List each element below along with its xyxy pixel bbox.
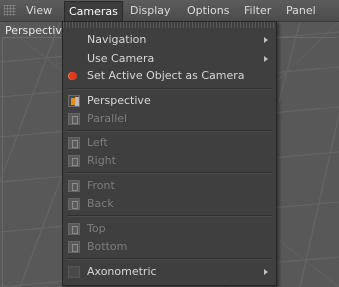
menu-panel[interactable]: Panel bbox=[282, 3, 320, 19]
bottom-view-icon bbox=[68, 241, 80, 253]
menu-separator bbox=[67, 258, 272, 260]
back-view-icon bbox=[68, 198, 80, 210]
dropdown-tearoff-grip[interactable] bbox=[63, 22, 276, 28]
menu-filter[interactable]: Filter bbox=[240, 3, 275, 19]
grip-icon[interactable] bbox=[4, 5, 16, 16]
menu-display[interactable]: Display bbox=[126, 3, 175, 19]
cameras-dropdown: Navigation Use Camera Set Active Object … bbox=[62, 21, 277, 286]
menu-item-front[interactable]: Front bbox=[63, 176, 276, 196]
left-view-icon bbox=[68, 137, 80, 149]
menu-item-set-active-object-as-camera[interactable]: Set Active Object as Camera bbox=[63, 66, 276, 86]
submenu-arrow-icon bbox=[264, 269, 268, 275]
submenu-arrow-icon bbox=[264, 56, 268, 62]
menu-item-perspective[interactable]: Perspective bbox=[63, 91, 276, 111]
submenu-arrow-icon bbox=[264, 37, 268, 43]
menubar: View Cameras Display Options Filter Pane… bbox=[0, 0, 339, 22]
menu-item-top[interactable]: Top bbox=[63, 219, 276, 239]
menu-item-axonometric[interactable]: Axonometric bbox=[63, 262, 276, 282]
camera-object-icon bbox=[69, 72, 77, 80]
right-view-icon bbox=[68, 155, 80, 167]
perspective-icon bbox=[68, 95, 80, 107]
menu-item-right[interactable]: Right bbox=[63, 151, 276, 171]
menu-item-bottom[interactable]: Bottom bbox=[63, 237, 276, 257]
menu-separator bbox=[67, 130, 272, 132]
menu-item-parallel[interactable]: Parallel bbox=[63, 109, 276, 129]
axonometric-icon bbox=[68, 266, 80, 278]
parallel-icon bbox=[68, 113, 80, 125]
menu-item-back[interactable]: Back bbox=[63, 194, 276, 214]
top-view-icon bbox=[68, 223, 80, 235]
menu-cameras[interactable]: Cameras bbox=[64, 1, 123, 22]
menu-item-left[interactable]: Left bbox=[63, 133, 276, 153]
menu-separator bbox=[67, 215, 272, 217]
menu-separator bbox=[67, 88, 272, 90]
menu-separator bbox=[67, 172, 272, 174]
front-view-icon bbox=[68, 180, 80, 192]
menu-item-navigation[interactable]: Navigation bbox=[63, 30, 276, 50]
viewport-camera-label: Perspective bbox=[5, 24, 69, 37]
menu-options[interactable]: Options bbox=[183, 3, 233, 19]
menu-view[interactable]: View bbox=[22, 3, 56, 19]
